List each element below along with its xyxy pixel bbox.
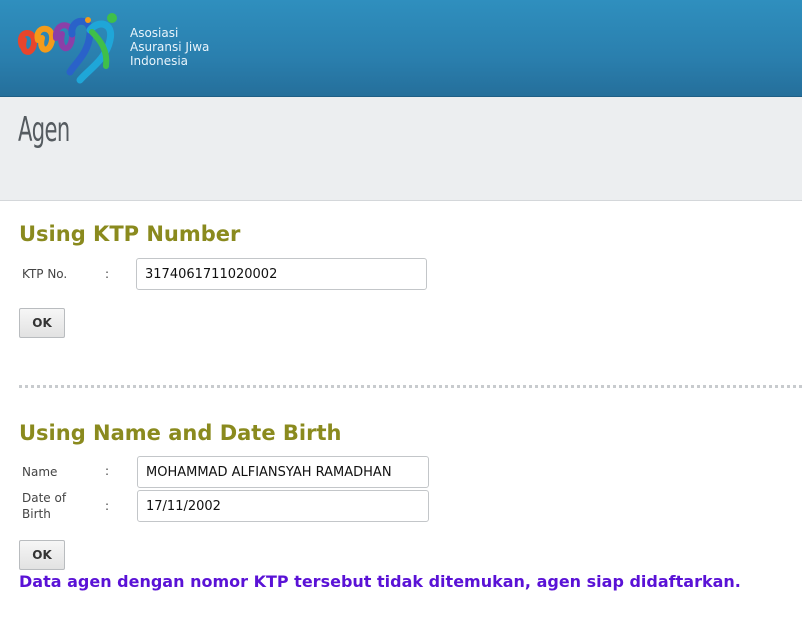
org-name: Asosiasi Asuransi Jiwa Indonesia	[130, 26, 209, 68]
ktp-label: KTP No.	[22, 267, 68, 281]
aaji-logo	[17, 13, 117, 84]
name-colon: :	[105, 464, 110, 478]
title-band	[0, 97, 802, 201]
org-name-line-3: Indonesia	[130, 54, 189, 68]
name-label: Name	[22, 465, 58, 479]
ktp-section-title: Using KTP Number	[19, 222, 241, 246]
section-divider	[19, 385, 802, 388]
page-title: Agen	[18, 110, 70, 150]
org-name-line-2: Asuransi Jiwa	[130, 40, 210, 54]
status-message: Data agen dengan nomor KTP tersebut tida…	[19, 572, 741, 591]
name-section-title: Using Name and Date Birth	[19, 421, 342, 445]
dob-label: Date of Birth	[22, 490, 66, 522]
dob-label-line-2: Birth	[22, 507, 51, 521]
ktp-colon: :	[105, 267, 110, 281]
dob-label-line-1: Date of	[22, 491, 67, 505]
dob-colon: :	[105, 499, 110, 513]
site-header: Asosiasi Asuransi Jiwa Indonesia	[0, 0, 802, 97]
name-ok-button[interactable]: OK	[19, 540, 65, 570]
ktp-input[interactable]	[136, 258, 427, 290]
ktp-ok-button[interactable]: OK	[19, 308, 65, 338]
dob-input[interactable]	[137, 490, 429, 522]
org-name-line-1: Asosiasi	[130, 26, 179, 40]
name-input[interactable]	[137, 456, 429, 488]
